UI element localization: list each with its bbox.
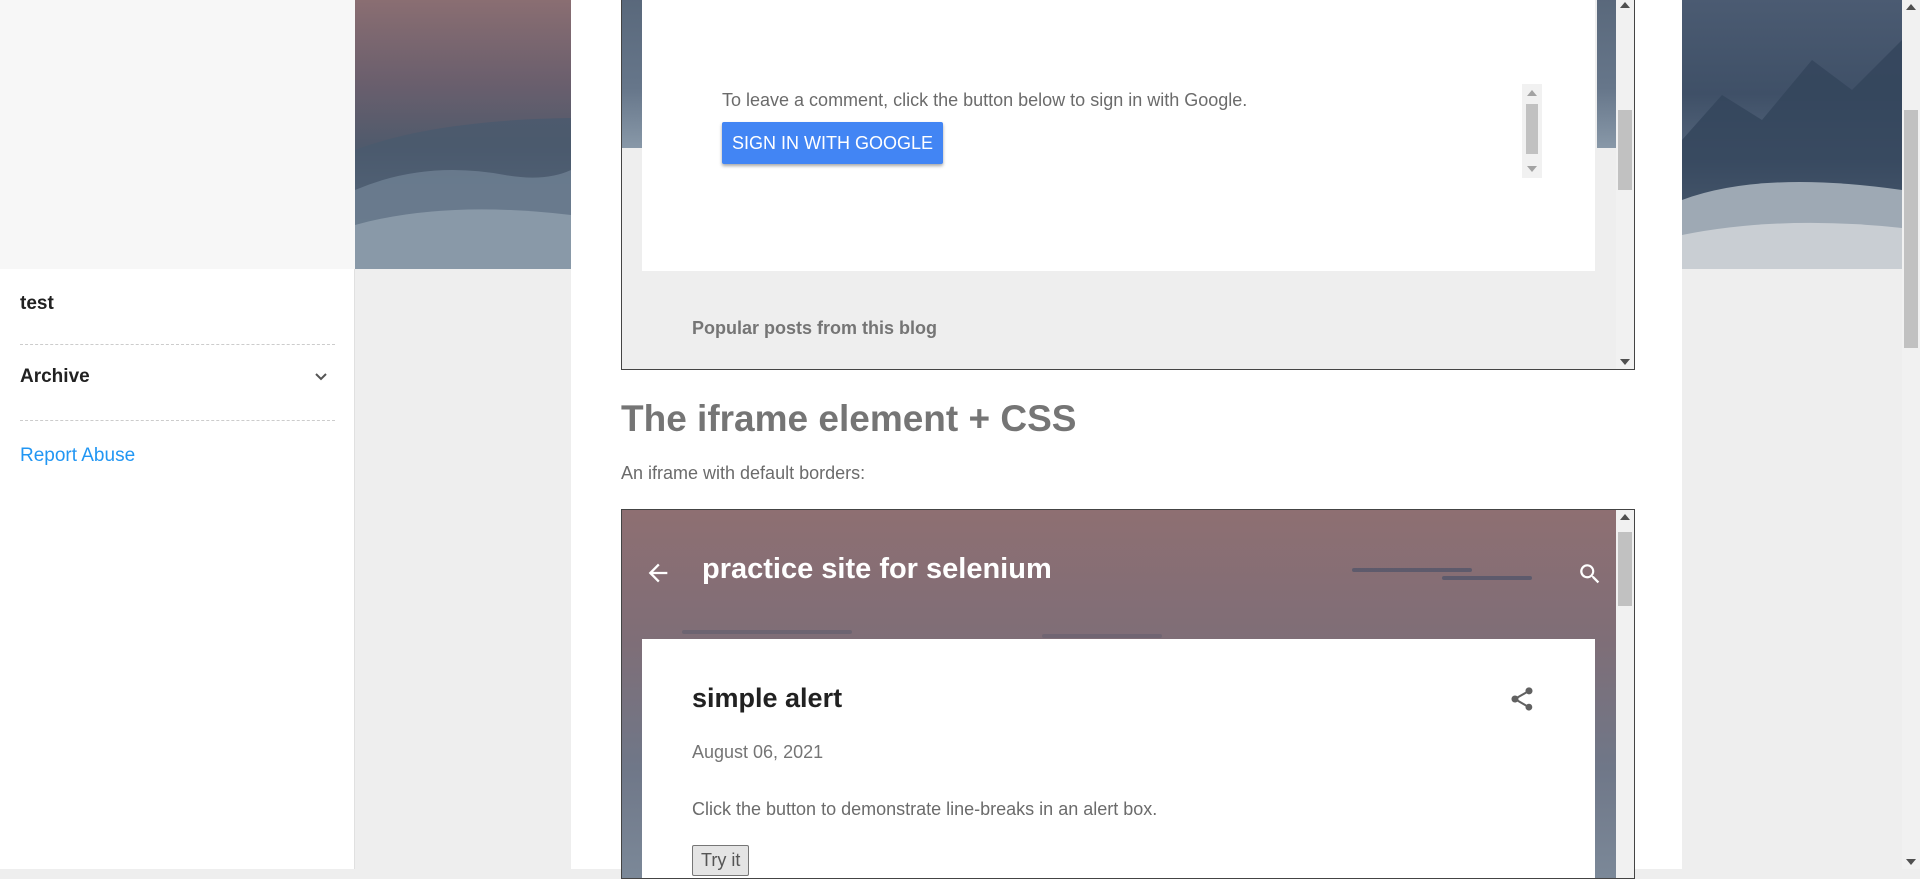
embedded-iframe-top[interactable]: To leave a comment, click the button bel…: [621, 0, 1635, 370]
post-title[interactable]: simple alert: [692, 683, 842, 714]
scroll-down-arrow-icon[interactable]: [1527, 166, 1537, 172]
iframe-scrollbar[interactable]: [1616, 510, 1634, 878]
try-it-button[interactable]: Try it: [692, 845, 750, 876]
sidebar-divider: [20, 344, 335, 345]
scrollbar-thumb[interactable]: [1618, 532, 1632, 606]
sidebar-title: test: [20, 293, 54, 314]
post-body: Click the button to demonstrate line-bre…: [692, 799, 1158, 819]
cloud-streak: [1042, 634, 1162, 638]
mountains-illustration: [1682, 40, 1902, 269]
scroll-up-arrow-icon[interactable]: [1620, 514, 1630, 520]
main-content: To leave a comment, click the button bel…: [571, 0, 1682, 879]
post-card: simple alert August 06, 2021 Click the b…: [642, 639, 1595, 878]
chevron-down-icon: [315, 373, 327, 381]
sidebar: test Archive Report Abuse: [0, 269, 355, 869]
scrollbar-thumb[interactable]: [1618, 110, 1632, 190]
iframe-background: [622, 0, 642, 148]
scroll-up-arrow-icon[interactable]: [1620, 2, 1630, 8]
embedded-iframe-bottom[interactable]: practice site for selenium simple alert …: [621, 509, 1635, 879]
cloud-streak: [1352, 568, 1472, 572]
scrollbar-thumb[interactable]: [1904, 110, 1918, 348]
cloud-streak: [1442, 576, 1532, 580]
site-title[interactable]: practice site for selenium: [702, 553, 1052, 586]
arrow-left-icon[interactable]: [644, 559, 672, 587]
header-background-image-right: [1682, 0, 1902, 269]
sign-in-with-google-button[interactable]: SIGN IN WITH GOOGLE: [722, 122, 944, 164]
comment-section: To leave a comment, click the button bel…: [642, 0, 1595, 271]
scroll-up-arrow-icon[interactable]: [1527, 90, 1537, 96]
page-scrollbar[interactable]: [1902, 0, 1920, 869]
dunes-illustration: [355, 118, 571, 269]
share-icon[interactable]: [1508, 685, 1536, 713]
archive-label: Archive: [20, 366, 90, 387]
iframe-background: [1597, 0, 1617, 148]
iframe-description: An iframe with default borders:: [621, 463, 866, 483]
header-background-image-left: [355, 0, 571, 269]
comment-frame-scrollbar[interactable]: [1522, 84, 1542, 178]
page-heading: The iframe element + CSS: [621, 398, 1077, 439]
popular-posts-heading: Popular posts from this blog: [692, 318, 938, 338]
cloud-streak: [682, 630, 852, 634]
scrollbar-thumb[interactable]: [1526, 104, 1538, 154]
scroll-down-arrow-icon[interactable]: [1620, 359, 1630, 365]
scroll-down-arrow-icon[interactable]: [1906, 859, 1916, 865]
comment-note: To leave a comment, click the button bel…: [722, 90, 1248, 110]
report-abuse-link[interactable]: Report Abuse: [20, 445, 135, 467]
sidebar-divider: [20, 420, 335, 421]
search-icon[interactable]: [1577, 561, 1603, 587]
archive-toggle[interactable]: Archive: [20, 362, 335, 392]
iframe-scrollbar[interactable]: [1616, 0, 1634, 369]
sidebar-header-area: [0, 0, 355, 269]
post-date[interactable]: August 06, 2021: [692, 742, 823, 763]
scroll-up-arrow-icon[interactable]: [1906, 4, 1916, 10]
